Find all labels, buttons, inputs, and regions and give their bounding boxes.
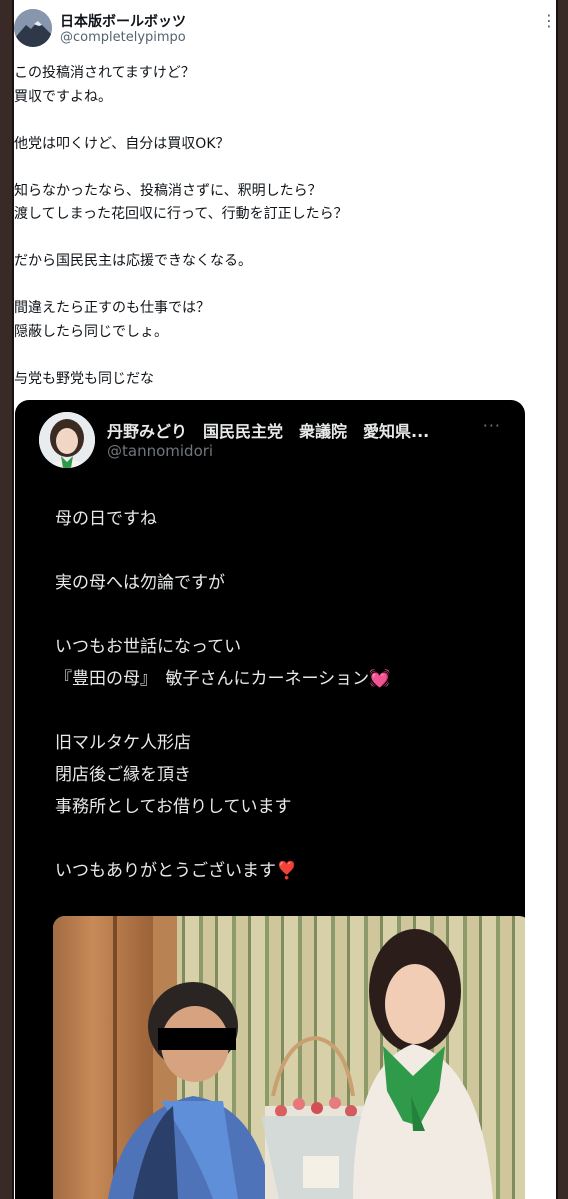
post-line: 買収ですよね。 [14,88,112,105]
post-text: この投稿消されてますけど？ 買収ですよね。 他党は叩くけど、自分は買収OK？ 知… [14,62,554,391]
post-line: 与党も野党も同じだな [14,370,154,387]
quoted-line: いつもお世話になってい [55,637,242,657]
quoted-line: 実の母へは勿論ですが [55,573,225,593]
quoted-line: 『豊田の母』 敏子さんにカーネーション💓 [55,669,391,689]
post-header: 日本版ボールボッツ @completelypimpo ⋮ [14,9,558,49]
photo-figures [108,929,493,1199]
mountain-avatar-icon [14,9,52,47]
quoted-post-image[interactable]: 丹野みどり 国民民主党 衆議院 愛知県... @tannomidori ··· … [15,400,525,1199]
author-name[interactable]: 日本版ボールボッツ [60,11,186,31]
quoted-line: 閉店後ご縁を頂き [55,765,191,785]
author-handle[interactable]: @completelypimpo [60,30,186,45]
attached-photo[interactable] [53,916,525,1199]
quoted-line: 旧マルタケ人形店 [55,733,191,753]
more-options-icon[interactable]: ⋮ [541,11,558,30]
quoted-line: 母の日ですね [55,509,157,529]
author-avatar[interactable] [14,9,52,47]
screenshot-frame-right [556,0,568,1199]
quoted-author-avatar[interactable] [39,412,95,468]
post-line: 隠蔽したら同じでしょ。 [14,323,168,340]
quoted-line: 事務所としてお借りしています [55,797,292,817]
post-line: 知らなかったなら、投稿消さずに、釈明したら？ [14,182,322,199]
post-line: この投稿消されてますけど？ [14,65,195,81]
quoted-line: いつもありがとうございます❣️ [55,861,298,881]
quoted-post-text: 母の日ですね 実の母へは勿論ですが いつもお世話になってい 『豊田の母』 敏子さ… [55,503,505,887]
screenshot-frame-left [0,0,14,1199]
post-line: 渡してしまった花回収に行って、行動を訂正したら？ [14,206,348,222]
post-line: だから国民民主は応援できなくなる。 [14,253,252,269]
post-line: 間違えたら正すのも仕事では？ [14,300,210,316]
post-line: 他党は叩くけど、自分は買収OK？ [14,135,230,152]
quoted-author-name[interactable]: 丹野みどり 国民民主党 衆議院 愛知県... [107,418,429,442]
person-avatar-icon [39,412,95,468]
more-options-icon[interactable]: ··· [483,416,501,435]
quoted-author-handle[interactable]: @tannomidori [107,442,213,460]
